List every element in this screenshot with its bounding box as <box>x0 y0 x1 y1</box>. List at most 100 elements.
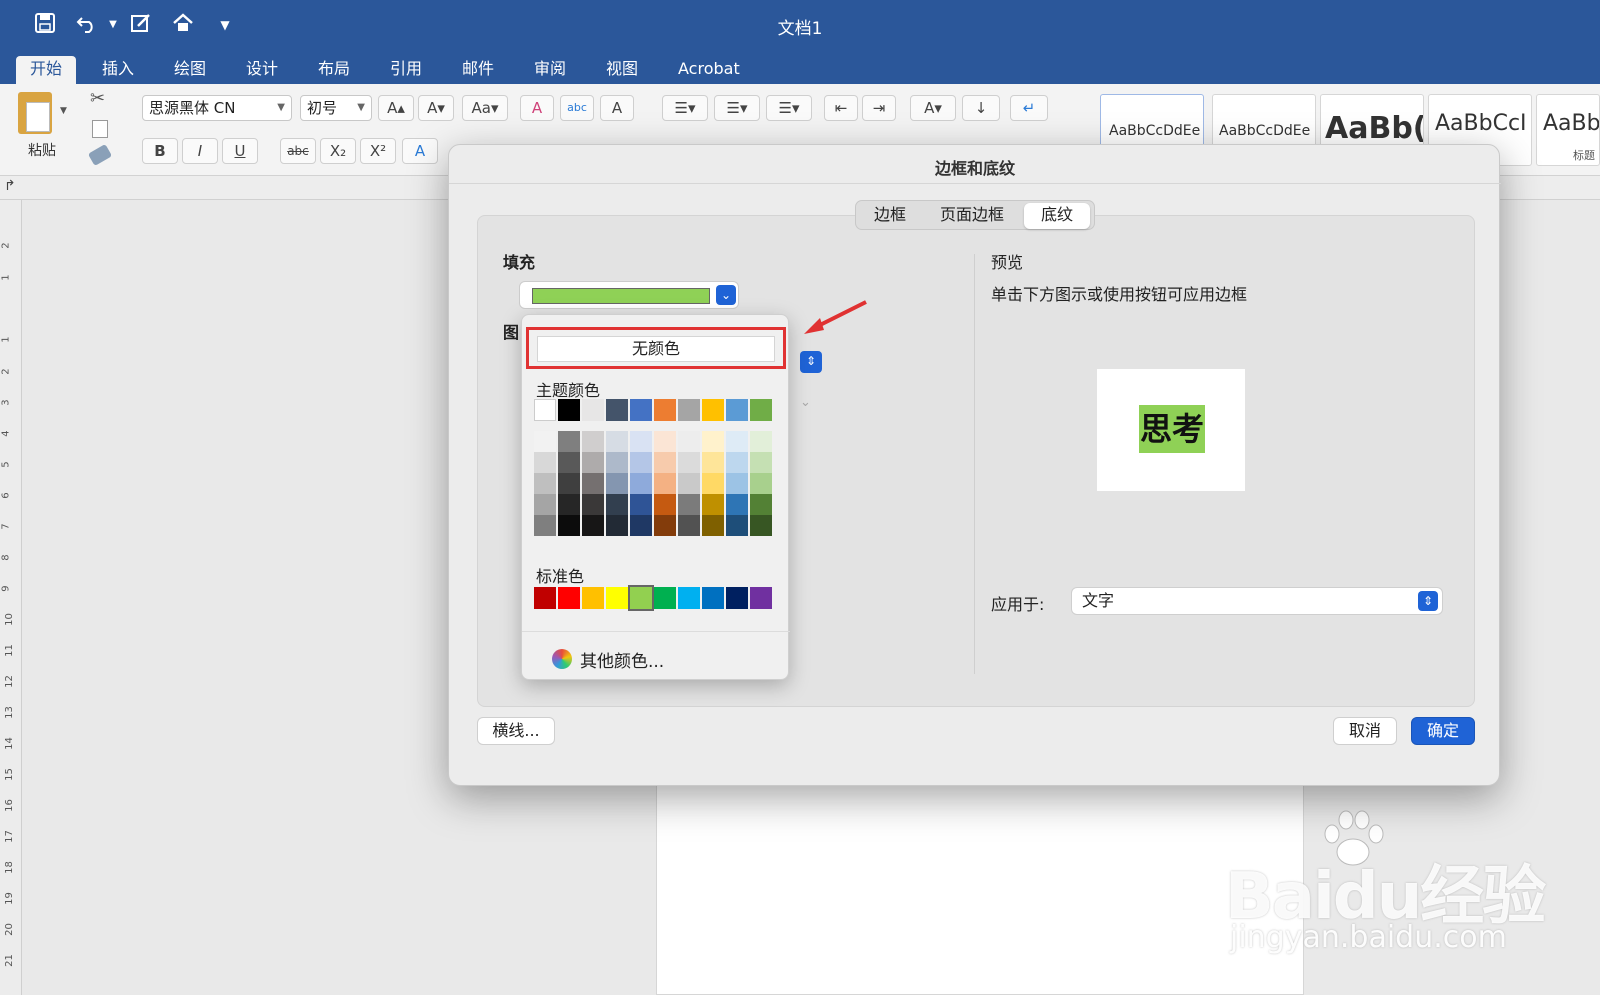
ok-button[interactable]: 确定 <box>1411 717 1475 745</box>
theme-shade-swatch[interactable] <box>582 515 604 536</box>
theme-color-swatch[interactable] <box>534 399 556 421</box>
phonetic-icon[interactable]: abc <box>560 95 594 121</box>
standard-color-swatch[interactable] <box>606 587 628 609</box>
italic-button[interactable]: I <box>182 138 218 164</box>
apply-to-select[interactable]: 文字 ⇕ <box>1071 587 1443 615</box>
theme-shade-swatch[interactable] <box>582 494 604 515</box>
strikethrough-button[interactable]: abc <box>280 138 316 164</box>
theme-shade-swatch[interactable] <box>750 431 772 452</box>
style-title[interactable]: AaBb 标题 <box>1536 94 1600 166</box>
theme-shade-swatch[interactable] <box>726 473 748 494</box>
theme-shade-swatch[interactable] <box>750 515 772 536</box>
theme-shade-swatch[interactable] <box>702 452 724 473</box>
standard-color-swatch[interactable] <box>654 587 676 609</box>
theme-shade-swatch[interactable] <box>606 431 628 452</box>
theme-shade-swatch[interactable] <box>654 431 676 452</box>
standard-color-swatch[interactable] <box>702 587 724 609</box>
theme-shade-swatch[interactable] <box>702 473 724 494</box>
sort-icon[interactable]: ↓ <box>962 95 1000 121</box>
theme-shade-swatch[interactable] <box>654 452 676 473</box>
theme-shade-swatch[interactable] <box>678 494 700 515</box>
theme-shade-swatch[interactable] <box>726 515 748 536</box>
copy-icon[interactable] <box>92 120 108 138</box>
theme-shade-swatch[interactable] <box>702 494 724 515</box>
tab-review[interactable]: 审阅 <box>534 56 566 84</box>
format-painter-icon[interactable] <box>87 143 113 167</box>
theme-shade-swatch[interactable] <box>606 494 628 515</box>
tab-mailings[interactable]: 邮件 <box>462 56 494 84</box>
theme-shade-swatch[interactable] <box>678 515 700 536</box>
theme-shade-swatch[interactable] <box>654 515 676 536</box>
theme-shade-swatch[interactable] <box>702 515 724 536</box>
theme-color-swatch[interactable] <box>582 399 604 421</box>
theme-shade-swatch[interactable] <box>654 494 676 515</box>
theme-color-swatch[interactable] <box>750 399 772 421</box>
tab-stop-icon[interactable]: ↱ <box>4 178 16 194</box>
grow-font-button[interactable]: A▴ <box>378 95 414 121</box>
theme-shade-swatch[interactable] <box>558 452 580 473</box>
theme-shade-swatch[interactable] <box>534 515 556 536</box>
standard-color-swatch[interactable] <box>534 587 556 609</box>
paste-icon[interactable] <box>18 92 52 134</box>
text-effects-icon[interactable]: A <box>402 138 438 164</box>
theme-shade-swatch[interactable] <box>726 431 748 452</box>
theme-shade-swatch[interactable] <box>534 494 556 515</box>
theme-shade-swatch[interactable] <box>606 515 628 536</box>
theme-color-swatch[interactable] <box>558 399 580 421</box>
theme-shade-swatch[interactable] <box>750 452 772 473</box>
paste-dropdown-icon[interactable]: ▼ <box>60 106 67 116</box>
standard-color-swatch[interactable] <box>558 587 580 609</box>
standard-color-swatch[interactable] <box>678 587 700 609</box>
tab-draw[interactable]: 绘图 <box>174 56 206 84</box>
theme-shade-swatch[interactable] <box>630 452 652 473</box>
theme-shade-swatch[interactable] <box>606 452 628 473</box>
theme-shade-swatch[interactable] <box>630 431 652 452</box>
numbering-icon[interactable]: ☰▾ <box>714 95 760 121</box>
font-name-select[interactable]: 思源黑体 CN ▼ <box>142 95 292 121</box>
cancel-button[interactable]: 取消 <box>1333 717 1397 745</box>
font-size-select[interactable]: 初号 ▼ <box>300 95 372 121</box>
tab-borders[interactable]: 边框 <box>862 203 918 229</box>
horizontal-line-button[interactable]: 横线... <box>477 717 555 745</box>
tab-design[interactable]: 设计 <box>246 56 278 84</box>
theme-shade-swatch[interactable] <box>630 515 652 536</box>
pattern-style-stepper-icon[interactable]: ⇕ <box>800 351 822 373</box>
increase-indent-icon[interactable]: ⇥ <box>862 95 896 121</box>
underline-button[interactable]: U <box>222 138 258 164</box>
tab-shading[interactable]: 底纹 <box>1024 203 1090 229</box>
theme-shade-swatch[interactable] <box>582 473 604 494</box>
theme-shade-swatch[interactable] <box>678 431 700 452</box>
fill-color-picker[interactable]: ⌄ <box>519 281 739 309</box>
theme-shade-swatch[interactable] <box>750 494 772 515</box>
theme-shade-swatch[interactable] <box>534 473 556 494</box>
tab-references[interactable]: 引用 <box>390 56 422 84</box>
theme-shade-swatch[interactable] <box>654 473 676 494</box>
preview-box[interactable]: 思考 <box>1097 369 1245 491</box>
shrink-font-button[interactable]: A▾ <box>418 95 454 121</box>
decrease-indent-icon[interactable]: ⇤ <box>824 95 858 121</box>
cut-icon[interactable]: ✂ <box>90 88 105 109</box>
theme-shade-swatch[interactable] <box>558 494 580 515</box>
tab-insert[interactable]: 插入 <box>102 56 134 84</box>
standard-color-swatch[interactable] <box>726 587 748 609</box>
theme-color-swatch[interactable] <box>702 399 724 421</box>
theme-shade-swatch[interactable] <box>558 473 580 494</box>
chevron-down-icon[interactable]: ⌄ <box>716 285 736 305</box>
standard-color-swatch[interactable] <box>628 585 654 611</box>
theme-shade-swatch[interactable] <box>582 452 604 473</box>
theme-shade-swatch[interactable] <box>558 431 580 452</box>
theme-shade-swatch[interactable] <box>606 473 628 494</box>
theme-color-swatch[interactable] <box>606 399 628 421</box>
theme-shade-swatch[interactable] <box>534 452 556 473</box>
theme-color-swatch[interactable] <box>654 399 676 421</box>
theme-shade-swatch[interactable] <box>678 473 700 494</box>
theme-shade-swatch[interactable] <box>630 494 652 515</box>
theme-color-swatch[interactable] <box>678 399 700 421</box>
superscript-button[interactable]: X² <box>360 138 396 164</box>
theme-shade-swatch[interactable] <box>558 515 580 536</box>
standard-color-swatch[interactable] <box>582 587 604 609</box>
bold-button[interactable]: B <box>142 138 178 164</box>
paragraph-mark-icon[interactable]: ↵ <box>1010 95 1048 121</box>
change-case-button[interactable]: Aa▾ <box>462 95 508 121</box>
more-colors-button[interactable]: 其他颜色... <box>580 647 664 672</box>
